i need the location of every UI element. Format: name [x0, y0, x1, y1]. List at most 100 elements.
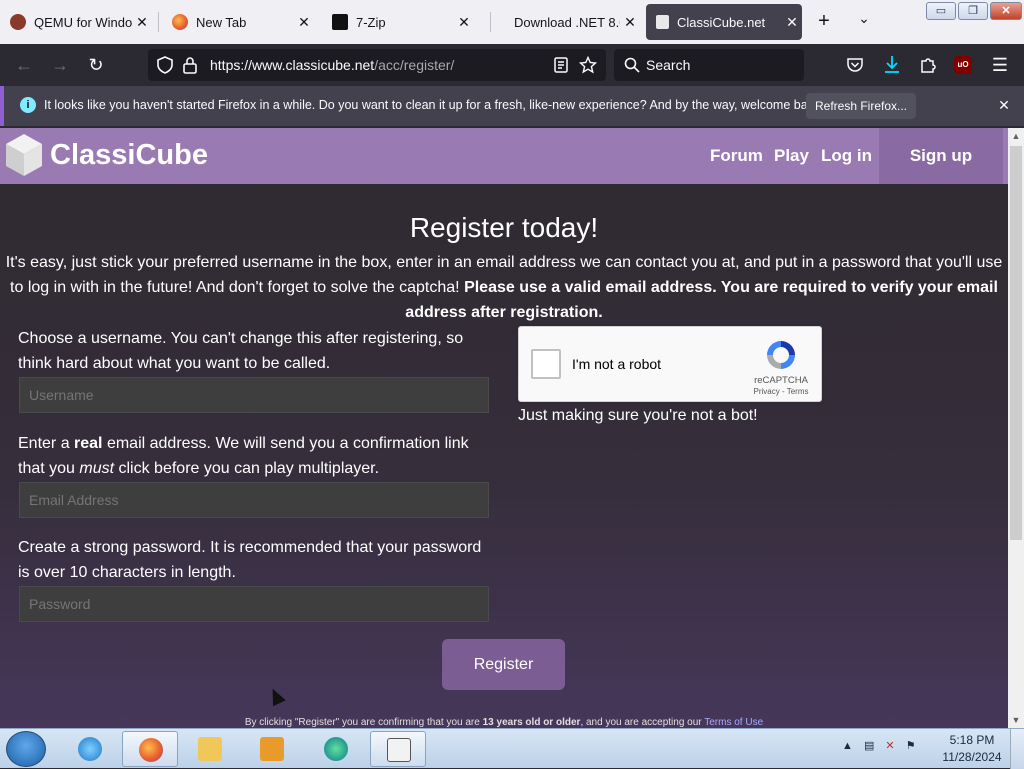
- maximize-button[interactable]: ❐: [958, 2, 988, 20]
- edge-icon: [324, 737, 348, 761]
- search-bar[interactable]: Search: [614, 49, 804, 81]
- show-hidden-icons-chevron-icon[interactable]: ▲: [842, 740, 853, 752]
- file-explorer-taskbar-icon[interactable]: [182, 731, 238, 767]
- url-text[interactable]: https://www.classicube.net/acc/register/: [210, 57, 454, 73]
- reader-view-icon[interactable]: [552, 56, 570, 74]
- recaptcha-checkbox[interactable]: [531, 349, 561, 379]
- close-icon[interactable]: ✕: [994, 95, 1014, 115]
- hamburger-menu-icon[interactable]: ☰: [988, 53, 1012, 77]
- recaptcha-label: I'm not a robot: [572, 356, 662, 372]
- volume-muted-icon[interactable]: ✕: [885, 740, 894, 752]
- clock-date[interactable]: 11/28/2024: [938, 750, 1006, 764]
- bookmark-star-icon[interactable]: [578, 55, 598, 74]
- classicube-icon: [656, 15, 669, 29]
- email-label-must: must: [79, 460, 115, 477]
- terms-text: , and you are accepting our: [580, 717, 705, 728]
- classicube-logo-icon[interactable]: [4, 132, 44, 178]
- firefox-taskbar-icon[interactable]: [122, 731, 178, 767]
- nav-login-link[interactable]: Log in: [821, 146, 872, 166]
- tab-new-tab[interactable]: New Tab ✕: [162, 4, 314, 40]
- page-title: Register today!: [409, 212, 599, 243]
- tab-separator: [490, 12, 491, 32]
- terms-of-use-link[interactable]: Terms of Use: [704, 717, 763, 728]
- terms-age: 13 years old or older: [482, 717, 581, 728]
- close-icon[interactable]: ✕: [620, 14, 640, 31]
- show-desktop-button[interactable]: [1010, 729, 1024, 769]
- info-icon: i: [20, 97, 36, 113]
- 7zip-icon: [332, 14, 348, 30]
- minimize-button[interactable]: ▭: [926, 2, 956, 20]
- network-icon[interactable]: ▤: [864, 740, 874, 752]
- recaptcha-privacy-terms-link[interactable]: Privacy - Terms: [745, 387, 817, 396]
- password-label: Create a strong password. It is recommen…: [18, 539, 482, 581]
- tab-label: ClassiCube.net: [677, 14, 766, 30]
- list-tabs-chevron-down-icon[interactable]: ⌄: [852, 10, 876, 34]
- back-arrow-icon[interactable]: ←: [12, 53, 36, 77]
- close-icon[interactable]: ✕: [454, 14, 474, 31]
- intro-text: It's easy, just stick your preferred use…: [2, 250, 1006, 325]
- refresh-firefox-button[interactable]: Refresh Firefox...: [806, 93, 916, 119]
- username-input[interactable]: [19, 377, 489, 413]
- lock-icon[interactable]: [182, 56, 198, 74]
- email-label: Enter a real email address. We will send…: [18, 431, 488, 481]
- scroll-up-arrow-icon[interactable]: ▲: [1008, 128, 1024, 144]
- tab-dotnet[interactable]: Download .NET 8.0 ✕: [504, 4, 640, 40]
- reload-icon[interactable]: ↻: [84, 53, 108, 77]
- nav-play-link[interactable]: Play: [774, 146, 809, 166]
- ublock-origin-icon[interactable]: uO: [954, 56, 972, 74]
- scroll-down-arrow-icon[interactable]: ▼: [1008, 712, 1024, 728]
- mouse-cursor-icon: [266, 685, 286, 707]
- site-title[interactable]: ClassiCube: [50, 139, 208, 172]
- firefox-icon: [139, 738, 163, 762]
- tab-classicube[interactable]: ClassiCube.net ✕: [646, 4, 802, 40]
- media-player-taskbar-icon[interactable]: [244, 731, 300, 767]
- tab-label: 7-Zip: [356, 14, 386, 30]
- page-scrollbar[interactable]: ▲ ▼: [1008, 128, 1024, 728]
- clock-time[interactable]: 5:18 PM: [942, 733, 1002, 747]
- intro-bold: Please use a valid email address. You ar…: [405, 279, 998, 321]
- windows-start-button[interactable]: [6, 731, 46, 767]
- email-label-part: click before you can play multiplayer.: [114, 460, 380, 477]
- forward-arrow-icon[interactable]: →: [48, 53, 72, 77]
- notification-message: It looks like you haven't started Firefo…: [44, 98, 824, 112]
- tab-label: New Tab: [196, 14, 247, 30]
- nav-bar: ← → ↻ https://www.classicube.net/acc/reg…: [0, 44, 1024, 86]
- tab-7zip[interactable]: 7-Zip ✕: [322, 4, 474, 40]
- qemu-icon: [10, 14, 26, 30]
- close-icon[interactable]: ✕: [782, 14, 802, 31]
- close-icon[interactable]: ✕: [294, 14, 314, 31]
- close-icon[interactable]: ✕: [132, 14, 152, 31]
- internet-explorer-icon: [78, 737, 102, 761]
- classicube-icon: [387, 738, 411, 762]
- nav-forum-link[interactable]: Forum: [710, 146, 763, 166]
- tab-qemu[interactable]: QEMU for Windows ✕: [0, 4, 152, 40]
- shield-icon[interactable]: [156, 56, 174, 74]
- recaptcha-brand: reCAPTCHA: [754, 375, 808, 386]
- media-player-icon: [260, 737, 284, 761]
- action-center-flag-icon[interactable]: ⚑: [906, 740, 916, 752]
- notification-bar: i It looks like you haven't started Fire…: [0, 86, 1024, 126]
- new-tab-button[interactable]: +: [812, 10, 836, 34]
- email-input[interactable]: [19, 482, 489, 518]
- register-button[interactable]: Register: [442, 639, 565, 690]
- recaptcha-logo-icon: [763, 337, 799, 373]
- pocket-icon[interactable]: [846, 56, 864, 74]
- email-label-real: real: [74, 435, 103, 452]
- email-label-part: Enter a: [18, 435, 75, 452]
- scrollbar-thumb[interactable]: [1010, 146, 1022, 540]
- classicube-taskbar-icon[interactable]: [370, 731, 426, 767]
- edge-taskbar-icon[interactable]: [308, 731, 364, 767]
- password-input[interactable]: [19, 586, 489, 622]
- downloads-icon[interactable]: [882, 54, 902, 76]
- close-window-button[interactable]: ✕: [990, 2, 1022, 20]
- tab-label: Download .NET 8.0: [514, 14, 620, 30]
- system-tray: ▲ ▤ ✕ ⚑: [842, 739, 916, 752]
- page-content: ClassiCube Forum Play Log in Sign up Reg…: [0, 128, 1008, 728]
- extensions-puzzle-icon[interactable]: [918, 55, 938, 75]
- url-bar[interactable]: https://www.classicube.net/acc/register/: [148, 49, 606, 81]
- search-icon: [624, 57, 640, 73]
- username-label: Choose a username. You can't change this…: [18, 330, 464, 372]
- sign-up-button[interactable]: Sign up: [879, 128, 1003, 184]
- internet-explorer-taskbar-icon[interactable]: [62, 731, 118, 767]
- tab-label: QEMU for Windows: [34, 14, 132, 30]
